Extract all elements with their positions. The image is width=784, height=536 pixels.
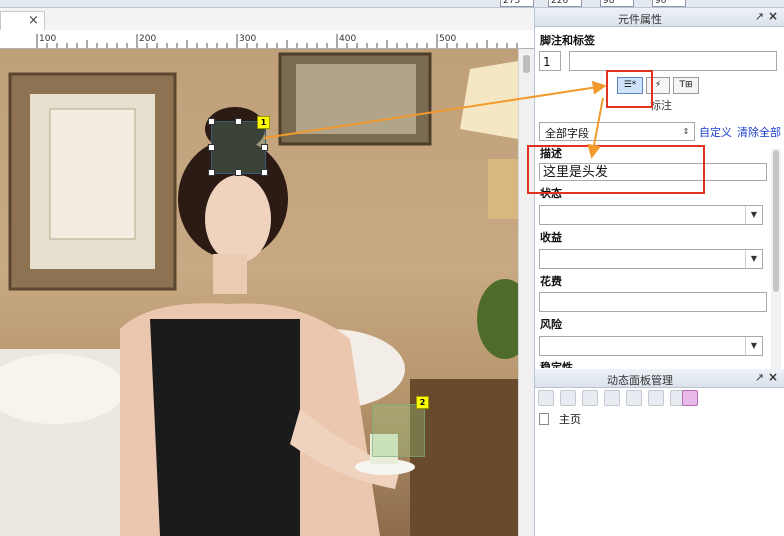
properties-panel-header: 元件属性 ↗ ×	[535, 8, 784, 27]
toolbar-y-field[interactable]: 226	[548, 0, 582, 7]
ruler-label-500: 500	[439, 34, 457, 44]
dynamic-panel-title: 动态面板管理	[607, 374, 673, 387]
chevron-down-icon: ▼	[745, 337, 762, 355]
risk-select[interactable]: ▼	[539, 336, 763, 356]
resize-handle[interactable]	[208, 118, 215, 125]
benefit-select[interactable]: ▼	[539, 249, 763, 269]
add-state-icon[interactable]	[538, 390, 554, 406]
close-icon[interactable]: ×	[768, 370, 778, 384]
move-down-icon[interactable]	[604, 390, 620, 406]
resize-handle[interactable]	[208, 169, 215, 176]
footnote-badge-2: 2	[416, 396, 429, 409]
risk-label: 风险	[540, 318, 562, 331]
tab-formatting[interactable]: T⊞	[673, 77, 699, 94]
ruler-label-300: 300	[239, 34, 257, 44]
toolbar-height-field[interactable]: 90	[652, 0, 686, 7]
highlight-description-field	[527, 145, 705, 194]
document-tab[interactable]: ×	[0, 11, 45, 31]
pin-icon[interactable]: ↗	[755, 10, 764, 23]
canvas-scroll-thumb[interactable]	[523, 55, 530, 73]
footnote-section-label: 脚注和标签	[540, 34, 595, 47]
pin-icon[interactable]: ↗	[755, 371, 764, 384]
design-canvas: × 100 200 300 400 500 1 2	[0, 8, 535, 536]
toolbar-x-field[interactable]: 275	[500, 0, 534, 7]
toolbar-width-field[interactable]: 98	[600, 0, 634, 7]
move-up-icon[interactable]	[582, 390, 598, 406]
duplicate-state-icon[interactable]	[560, 390, 576, 406]
field-filter-value: 全部字段	[545, 127, 589, 140]
page-icon	[539, 413, 549, 425]
stability-label: 稳定性	[540, 361, 573, 368]
resize-handle[interactable]	[261, 169, 268, 176]
chevron-down-icon: ▼	[745, 206, 762, 224]
benefit-label: 收益	[540, 231, 562, 244]
hotspot-widget-2[interactable]	[372, 404, 425, 457]
properties-panel-title: 元件属性	[618, 13, 662, 26]
spinner-icon: ⇕	[682, 127, 690, 136]
tab-close-icon[interactable]: ×	[28, 13, 39, 29]
field-filter-select[interactable]: 全部字段 ⇕	[539, 122, 695, 141]
panel-color-icon[interactable]	[682, 390, 698, 406]
chevron-down-icon: ▼	[745, 250, 762, 268]
clear-all-link[interactable]: 清除全部	[737, 124, 781, 140]
tab-caption: 标注	[650, 99, 672, 112]
ruler-label-200: 200	[139, 34, 157, 44]
footnote-badge-1: 1	[257, 116, 270, 129]
tree-item-label: 主页	[559, 413, 581, 426]
edit-state-icon[interactable]	[648, 390, 664, 406]
resize-handle[interactable]	[235, 118, 242, 125]
status-select[interactable]: ▼	[539, 205, 763, 225]
horizontal-ruler: 100 200 300 400 500	[0, 30, 534, 49]
close-icon[interactable]: ×	[768, 9, 778, 23]
document-tabbar: ×	[0, 8, 534, 31]
resize-handle[interactable]	[208, 144, 215, 151]
highlight-annotation-tab	[606, 70, 653, 108]
dynamic-panel-header: 动态面板管理 ↗ ×	[535, 369, 784, 388]
tree-item-home[interactable]: 主页	[539, 410, 739, 426]
custom-fields-link[interactable]: 自定义	[699, 124, 732, 140]
properties-scroll-thumb[interactable]	[773, 150, 779, 292]
widget-label-field[interactable]	[569, 51, 777, 71]
cost-field[interactable]	[539, 292, 767, 312]
properties-scrollbar[interactable]	[771, 148, 781, 370]
dynamic-panel-toolbar	[538, 390, 738, 406]
resize-handle[interactable]	[261, 144, 268, 151]
top-toolbar: 275 226 98 90	[0, 0, 784, 8]
delete-state-icon[interactable]	[626, 390, 642, 406]
canvas-scrollbar[interactable]	[518, 49, 534, 536]
ruler-label-400: 400	[339, 34, 357, 44]
footnote-number-field[interactable]: 1	[539, 51, 561, 71]
properties-panel: 元件属性 ↗ × 脚注和标签 1 ☰* ⚡ T⊞ 标注 全部字段 ⇕ 自定义 清…	[535, 8, 784, 536]
cost-label: 花费	[540, 275, 562, 288]
photo-image: 1 2	[0, 49, 518, 536]
ruler-label-100: 100	[39, 34, 57, 44]
resize-handle[interactable]	[235, 169, 242, 176]
